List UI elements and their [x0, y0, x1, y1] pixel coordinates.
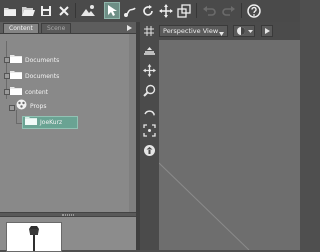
tree-item[interactable]: Documents: [10, 70, 59, 83]
redo-icon[interactable]: [221, 2, 237, 19]
tool-icon[interactable]: [122, 2, 138, 19]
tree-item-label: Documents: [25, 57, 60, 64]
move-icon[interactable]: [141, 62, 158, 79]
help-icon[interactable]: [246, 2, 262, 19]
zoom-icon[interactable]: [141, 82, 158, 99]
preview-area: [0, 217, 136, 252]
view-select[interactable]: Perspective View: [159, 25, 228, 37]
tree-item[interactable]: content: [10, 86, 48, 99]
tree-item-selected[interactable]: JoeKurz: [22, 116, 78, 129]
draw-style-button[interactable]: [233, 25, 255, 37]
viewport-menu-arrow-icon[interactable]: [261, 25, 273, 37]
tree-item[interactable]: Documents: [10, 54, 59, 67]
content-library-panel: Content Scene Documents Documents conten…: [0, 22, 136, 252]
content-tree: Documents Documents content Props JoeKur…: [0, 34, 136, 212]
render-icon[interactable]: [80, 2, 96, 19]
tree-scrollbar[interactable]: [129, 34, 136, 212]
folder-icon: [10, 70, 22, 84]
folder-icon: [10, 54, 22, 68]
viewport-camera-tools: [140, 40, 159, 250]
ground-plane-grid: [158, 162, 250, 251]
open-folder-icon[interactable]: [20, 2, 36, 19]
select-icon[interactable]: [104, 2, 120, 19]
save-icon[interactable]: [38, 2, 54, 19]
camera-icon[interactable]: [141, 142, 158, 159]
folder-icon: [25, 116, 37, 130]
grid-layout-icon[interactable]: [143, 25, 155, 37]
scale-icon[interactable]: [176, 2, 192, 19]
viewport-toolbar: Perspective View: [140, 22, 300, 40]
lamp-post-thumbnail-icon: [29, 226, 39, 251]
pan-icon[interactable]: [141, 42, 158, 59]
3d-viewport[interactable]: [158, 40, 300, 251]
collapse-toggle[interactable]: [9, 105, 15, 111]
tree-item-label: Documents: [25, 73, 60, 80]
orbit-icon[interactable]: [141, 102, 158, 119]
move-icon[interactable]: [158, 2, 174, 19]
main-toolbar: [0, 0, 300, 23]
view-select-label: Perspective View: [163, 27, 219, 35]
close-icon[interactable]: [56, 2, 72, 19]
frame-icon[interactable]: [141, 122, 158, 139]
folder-icon: [10, 86, 22, 100]
tree-item[interactable]: Props: [16, 99, 47, 115]
panel-tabs: Content Scene: [0, 22, 136, 34]
content-thumbnail[interactable]: [6, 222, 62, 252]
chevron-down-icon: [219, 29, 224, 39]
tree-item-label: JoeKurz: [40, 119, 63, 126]
tree-item-label: content: [25, 89, 48, 96]
tree-item-label: Props: [30, 103, 47, 110]
rotate-icon[interactable]: [140, 2, 156, 19]
undo-icon[interactable]: [201, 2, 217, 19]
props-icon: [16, 99, 27, 115]
folder-icon[interactable]: [2, 2, 18, 19]
tab-content[interactable]: Content: [3, 23, 39, 33]
tab-scene[interactable]: Scene: [41, 23, 72, 33]
splitter-grip-icon: [62, 214, 74, 216]
panel-menu-arrow-icon[interactable]: [125, 23, 133, 32]
